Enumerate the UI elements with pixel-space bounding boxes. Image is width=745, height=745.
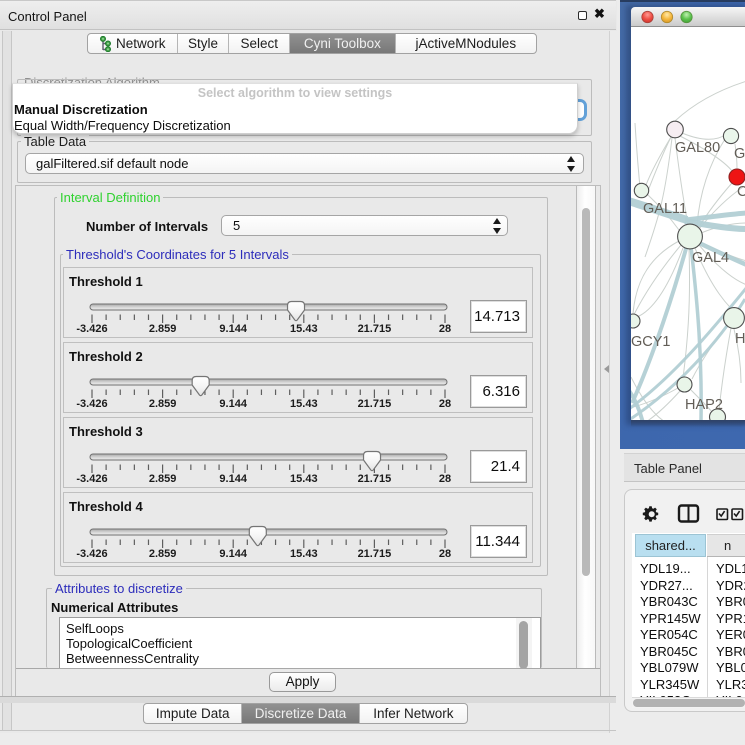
svg-text:GCY1: GCY1 — [631, 334, 671, 350]
svg-text:C: C — [737, 184, 745, 200]
svg-text:GA: GA — [734, 146, 745, 162]
svg-text:HAP2: HAP2 — [685, 397, 723, 413]
svg-text:GAL4: GAL4 — [692, 250, 729, 266]
svg-text:GAL11: GAL11 — [643, 201, 687, 217]
svg-text:H: H — [735, 331, 745, 347]
svg-text:GAL80: GAL80 — [675, 140, 720, 156]
